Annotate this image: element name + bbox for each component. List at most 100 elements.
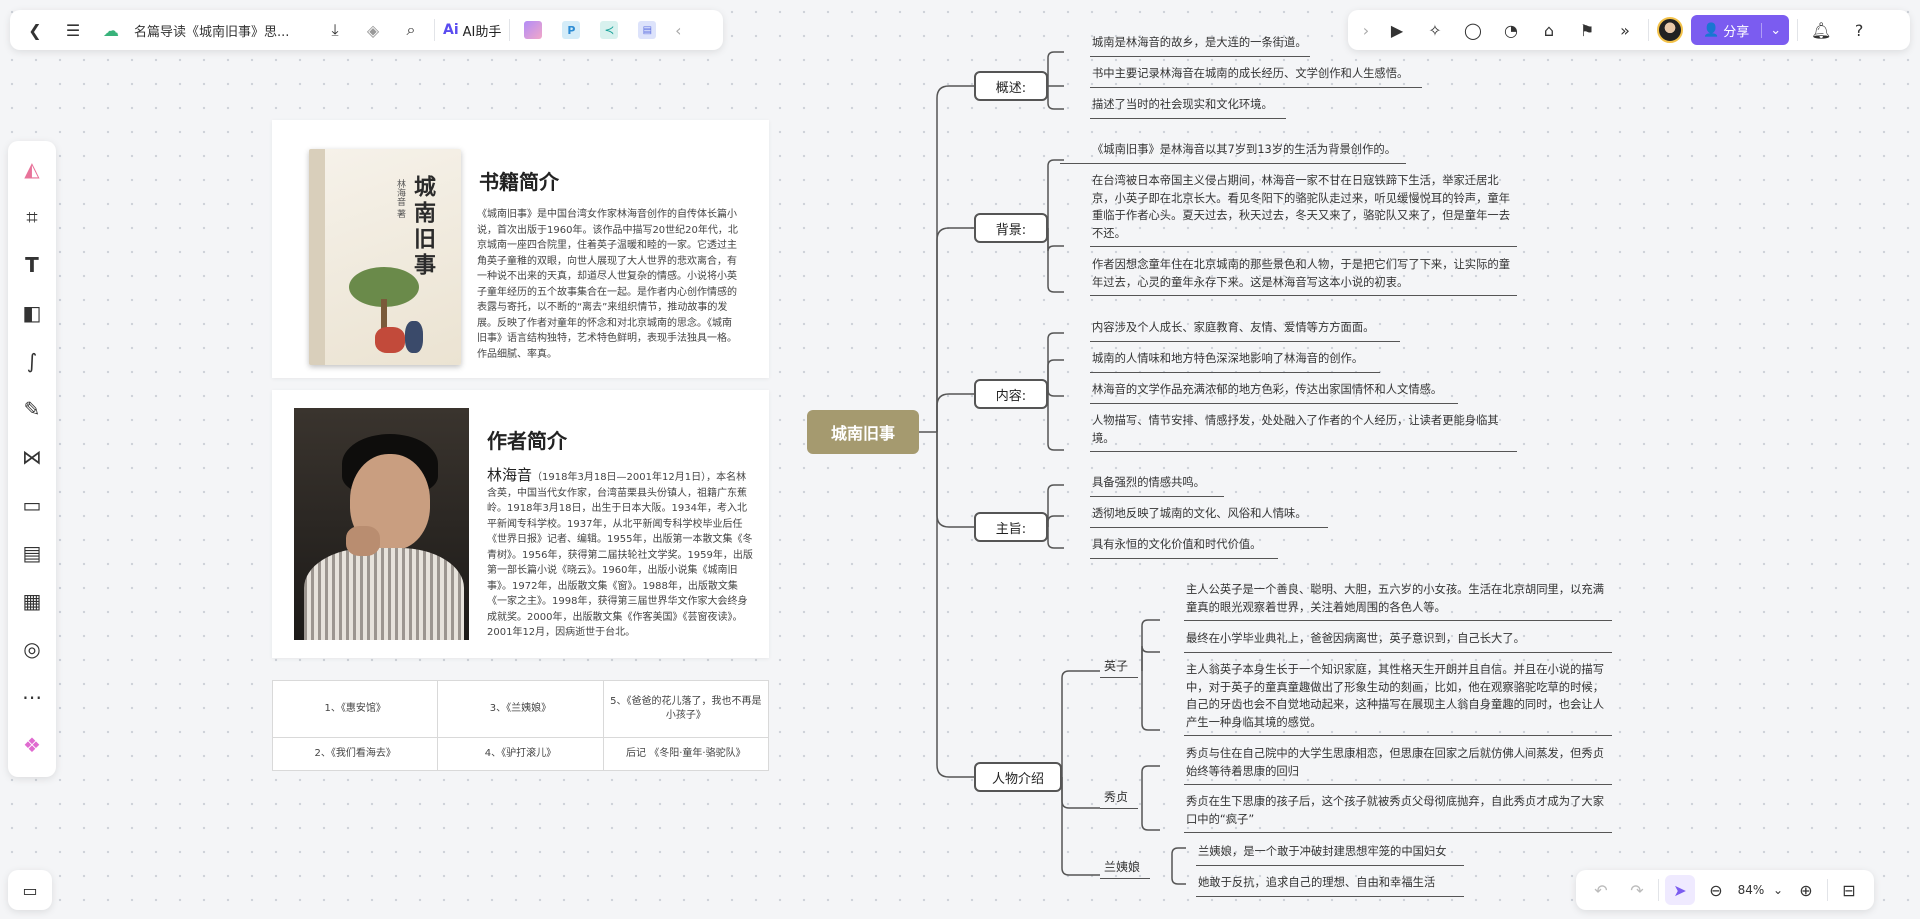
- leaf-xiuzhen-2[interactable]: 秀贞在生下思康的孩子后，这个孩子就被秀贞父母彻底抛弃，自此秀贞才成为了大家口中的…: [1184, 793, 1612, 833]
- node-xiuzhen[interactable]: 秀贞: [1100, 788, 1138, 809]
- zoom-in-icon[interactable]: ⊕: [1791, 875, 1821, 905]
- book-cover-image: 城南旧事 林海音 著: [309, 149, 461, 365]
- document-title[interactable]: 名篇导读《城南旧事》思...: [134, 21, 312, 40]
- ai-assistant-label: AI助手: [462, 24, 502, 40]
- mindmap-tool-icon[interactable]: ⋈: [12, 435, 52, 479]
- share-user-icon: 👤: [1703, 22, 1720, 38]
- divider: [1797, 19, 1799, 41]
- vote-icon[interactable]: ⌂: [1534, 15, 1564, 45]
- zoom-dropdown-icon[interactable]: ⌄: [1771, 875, 1785, 905]
- mindmap-root-node[interactable]: 城南旧事: [807, 410, 919, 454]
- template-icon[interactable]: ◭: [12, 147, 52, 191]
- leaf-theme-2[interactable]: 透彻地反映了城南的文化、风俗和人情味。: [1090, 505, 1328, 528]
- share-dropdown-icon[interactable]: ⌄: [1761, 22, 1789, 38]
- leaf-theme-1[interactable]: 具备强烈的情感共鸣。: [1090, 474, 1224, 497]
- menu-icon[interactable]: ☰: [58, 15, 88, 45]
- cloud-saved-icon: ☁: [103, 20, 119, 40]
- leaf-background-2[interactable]: 在台湾被日本帝国主义侵占期间，林海音一家不甘在日寇铁蹄下生活，举家迁居北京，小英…: [1090, 172, 1517, 247]
- book-view-icon[interactable]: ⊟: [1834, 875, 1864, 905]
- shape-tool-icon[interactable]: ◧: [12, 291, 52, 335]
- collapse-toolbar-icon[interactable]: ‹: [670, 15, 686, 45]
- table-cell: 后记 《冬阳·童年·骆驼队》: [602, 737, 770, 771]
- leaf-overview-3[interactable]: 描述了当时的社会现实和文化环境。: [1090, 96, 1286, 119]
- divider: [1827, 879, 1828, 901]
- leaf-content-2[interactable]: 城南的人情味和地方特色深深地影响了林海音的创作。: [1090, 350, 1380, 373]
- apps-icon[interactable]: ❖: [12, 723, 52, 767]
- author-photo: [294, 408, 469, 640]
- frame-tool-icon[interactable]: ⌗: [12, 195, 52, 239]
- leaf-content-4[interactable]: 人物描写、情节安排、情感抒发，处处融入了作者的个人经历，让读者更能身临其境。: [1090, 412, 1517, 452]
- timer-tool-icon[interactable]: ◎: [12, 627, 52, 671]
- leaf-overview-1[interactable]: 城南是林海音的故乡，是大连的一条街道。: [1090, 34, 1310, 57]
- table-cell: 4、《驴打滚儿》: [437, 737, 604, 771]
- undo-icon[interactable]: ↶: [1586, 875, 1616, 905]
- more-tools-icon[interactable]: »: [1610, 15, 1640, 45]
- image-plugin-icon[interactable]: [518, 15, 548, 45]
- leaf-content-1[interactable]: 内容涉及个人成长、家庭教育、友情、爱情等方方面面。: [1090, 319, 1400, 342]
- leaf-content-3[interactable]: 林海音的文学作品充满浓郁的地方色彩，传达出家国情怀和人文情感。: [1090, 381, 1458, 404]
- back-icon[interactable]: ❮: [20, 15, 50, 45]
- share-button[interactable]: 👤 分享 ⌄: [1691, 15, 1790, 45]
- mindmap-plugin-icon[interactable]: ≺: [594, 15, 624, 45]
- tool-palette: ◭ ⌗ T ◧ ∫ ✎ ⋈ ▭ ▤ ▦ ◎ ⋯ ❖: [8, 141, 56, 777]
- download-icon[interactable]: ⤓: [320, 15, 350, 45]
- expand-toolbar-icon[interactable]: ›: [1358, 15, 1374, 45]
- avatar[interactable]: [1657, 17, 1683, 43]
- node-overview[interactable]: 概述:: [974, 71, 1048, 101]
- sticky-text-icon[interactable]: ▭: [12, 483, 52, 527]
- table-row: 2、《我们看海去》 4、《驴打滚儿》 后记 《冬阳·童年·骆驼队》: [271, 737, 770, 771]
- node-background[interactable]: 背景:: [974, 213, 1048, 243]
- pen-tool-icon[interactable]: ✎: [12, 387, 52, 431]
- comment-icon[interactable]: ◯: [1458, 15, 1488, 45]
- celebrate-icon[interactable]: ✧: [1420, 15, 1450, 45]
- leaf-background-3[interactable]: 作者因想念童年住在北京城南的那些景色和人物，于是把它们写了下来，让实际的童年过去…: [1090, 256, 1517, 296]
- leaf-overview-2[interactable]: 书中主要记录林海音在城南的成长经历、文学创作和人生感悟。: [1090, 65, 1422, 88]
- redo-icon[interactable]: ↷: [1622, 875, 1652, 905]
- node-characters[interactable]: 人物介绍: [974, 762, 1062, 792]
- timer-icon[interactable]: ◔: [1496, 15, 1526, 45]
- table-cell: 3、《兰姨娘》: [437, 679, 604, 739]
- leaf-lanyiniang-2[interactable]: 她敢于反抗，追求自己的理想、自由和幸福生活: [1196, 874, 1464, 897]
- author-name: 林海音: [487, 466, 533, 484]
- zoom-out-icon[interactable]: ⊖: [1701, 875, 1731, 905]
- leaf-background-1[interactable]: 《城南旧事》是林海音以其7岁到13岁的生活为背景创作的。: [1060, 141, 1406, 164]
- leaf-xiuzhen-1[interactable]: 秀贞与住在自己院中的大学生思康相恋，但思康在回家之后就仿佛人间蒸发，但秀贞始终等…: [1184, 745, 1612, 785]
- node-lanyiniang[interactable]: 兰姨娘: [1100, 858, 1150, 879]
- play-icon[interactable]: ▶: [1382, 15, 1412, 45]
- minimap-icon: ▭: [22, 880, 38, 900]
- ai-logo-icon: Ai: [443, 22, 459, 38]
- notification-bell-icon[interactable]: 🔔︎: [1806, 15, 1836, 45]
- cover-title: 城南旧事: [410, 175, 436, 279]
- top-left-toolbar: ❮ ☰ ☁ 名篇导读《城南旧事》思... ⤓ ◈ ⌕ Ai AI助手 P ≺ ▤ …: [10, 10, 723, 50]
- ai-assistant-button[interactable]: Ai AI助手: [443, 21, 501, 40]
- table-tool-icon[interactable]: ▦: [12, 579, 52, 623]
- zoom-level[interactable]: 84%: [1737, 883, 1765, 897]
- node-theme[interactable]: 主旨:: [974, 512, 1048, 542]
- minimap-button[interactable]: ▭: [8, 870, 52, 910]
- leaf-yingzi-2[interactable]: 最终在小学毕业典礼上，爸爸因病离世，英子意识到，自己长大了。: [1184, 630, 1612, 653]
- leaf-yingzi-3[interactable]: 主人翁英子本身生长于一个知识家庭，其性格天生开朗并且自信。并且在小说的描写中，对…: [1184, 661, 1612, 736]
- text-tool-icon[interactable]: T: [12, 243, 52, 287]
- more-tools-icon[interactable]: ⋯: [12, 675, 52, 719]
- node-content[interactable]: 内容:: [974, 379, 1048, 409]
- help-icon[interactable]: ?: [1844, 15, 1874, 45]
- tag-icon[interactable]: ◈: [358, 15, 388, 45]
- table-row: 1、《惠安馆》 3、《兰姨娘》 5、《爸爸的花儿落了，我也不再是小孩子》: [271, 679, 770, 739]
- list-card-icon[interactable]: ▤: [12, 531, 52, 575]
- leaf-lanyiniang-1[interactable]: 兰姨娘，是一个敢于冲破封建思想牢笼的中国妇女: [1196, 843, 1464, 866]
- connector-tool-icon[interactable]: ∫: [12, 339, 52, 383]
- chapters-table: 1、《惠安馆》 3、《兰姨娘》 5、《爸爸的花儿落了，我也不再是小孩子》 2、《…: [271, 679, 770, 771]
- laser-pointer-icon[interactable]: ⚑: [1572, 15, 1602, 45]
- leaf-yingzi-1[interactable]: 主人公英子是一个善良、聪明、大胆，五六岁的小女孩。生活在北京胡同里，以充满童真的…: [1184, 581, 1612, 621]
- leaf-theme-3[interactable]: 具有永恒的文化价值和时代价值。: [1090, 536, 1278, 559]
- select-cursor-icon[interactable]: ➤: [1665, 875, 1695, 905]
- top-right-toolbar: › ▶ ✧ ◯ ◔ ⌂ ⚑ » 👤 分享 ⌄ 🔔︎ ?: [1348, 10, 1910, 50]
- divider: [434, 19, 435, 41]
- p-plugin-icon[interactable]: P: [556, 15, 586, 45]
- bottom-controls: ↶ ↷ ➤ ⊖ 84% ⌄ ⊕ ⊟: [1576, 870, 1874, 910]
- search-icon[interactable]: ⌕: [396, 15, 426, 45]
- comment-plugin-icon[interactable]: ▤: [632, 15, 662, 45]
- table-cell: 5、《爸爸的花儿落了，我也不再是小孩子》: [602, 679, 770, 739]
- node-yingzi[interactable]: 英子: [1100, 657, 1138, 678]
- table-cell: 2、《我们看海去》: [271, 737, 439, 771]
